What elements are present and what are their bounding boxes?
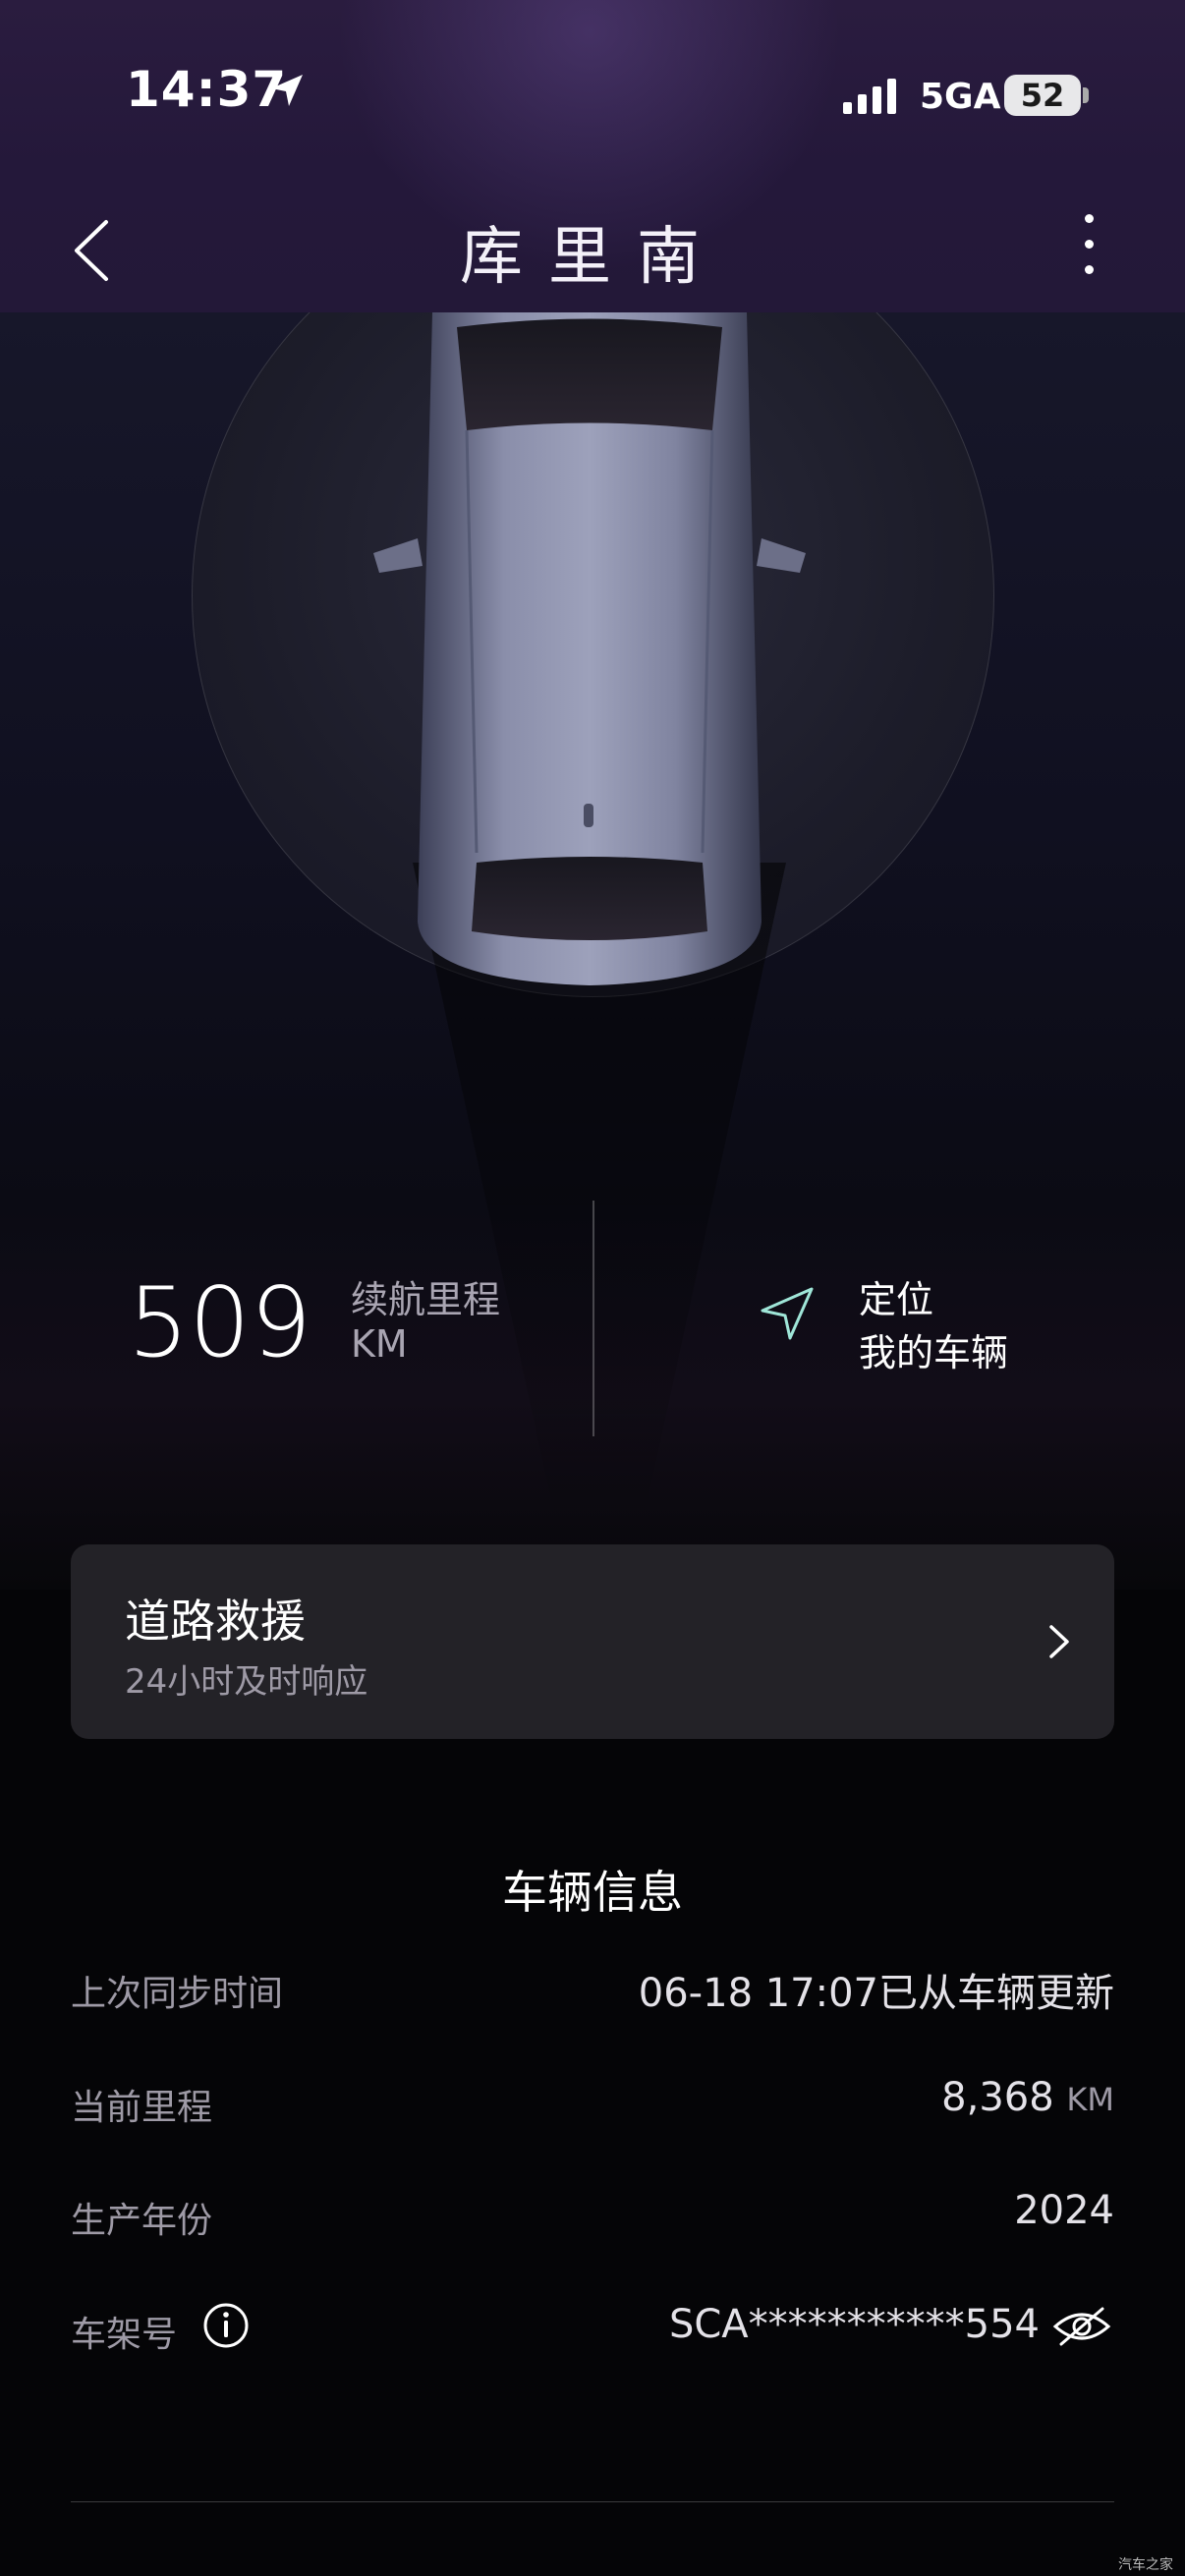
locate-my-vehicle-label[interactable]: 我的车辆 [859,1322,1008,1376]
signal-icon [843,79,896,114]
bottom-divider [71,2501,1114,2502]
location-arrow-icon [271,75,303,106]
roadside-subtitle: 24小时及时响应 [125,1662,368,1702]
battery-indicator: 52 [1004,75,1081,116]
stats-divider [592,1201,594,1436]
last-sync-value: 06-18 17:07已从车辆更新 [638,1971,1114,2016]
info-icon[interactable] [202,2302,250,2349]
vin-value: SCA***********554 [668,2302,1040,2347]
range-label: 续航里程 [351,1278,501,1321]
page-title: 库里南 [460,221,725,294]
last-sync-label: 上次同步时间 [71,1974,284,2014]
mileage-number: 8,368 [941,2075,1054,2120]
roadside-title: 道路救援 [125,1595,306,1648]
roadside-assistance-card[interactable]: 道路救援 24小时及时响应 [71,1544,1114,1739]
mileage-value: 8,368 KM [941,2075,1114,2120]
mileage-unit: KM [1066,2081,1114,2118]
car-image [373,312,806,985]
production-year-label: 生产年份 [71,2201,213,2241]
vin-label: 车架号 [71,2315,178,2355]
locate-label[interactable]: 定位 [859,1269,933,1323]
vehicle-info-title: 车辆信息 [502,1866,683,1919]
mileage-label: 当前里程 [71,2088,213,2128]
range-unit: KM [351,1322,408,1366]
network-label: 5GA [920,77,1001,117]
status-time: 14:37 [126,61,288,118]
chevron-right-icon [1049,1625,1069,1658]
watermark: 汽车之家 [1118,2557,1173,2573]
range-value: 509 [128,1267,312,1379]
eye-hidden-icon[interactable] [1051,2305,1112,2348]
more-options-button[interactable] [1071,214,1106,285]
battery-tip [1083,87,1089,103]
navigation-arrow-icon[interactable] [757,1283,818,1344]
production-year-value: 2024 [1014,2188,1114,2233]
